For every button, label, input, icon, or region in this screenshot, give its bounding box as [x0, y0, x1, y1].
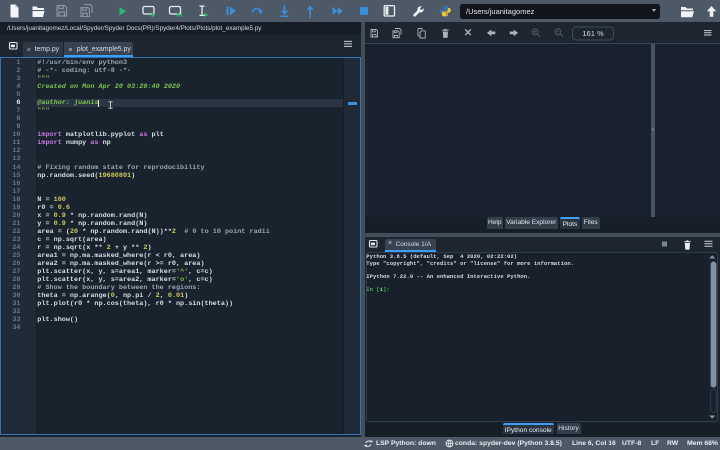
svg-text:161 %: 161 % [582, 29, 604, 38]
